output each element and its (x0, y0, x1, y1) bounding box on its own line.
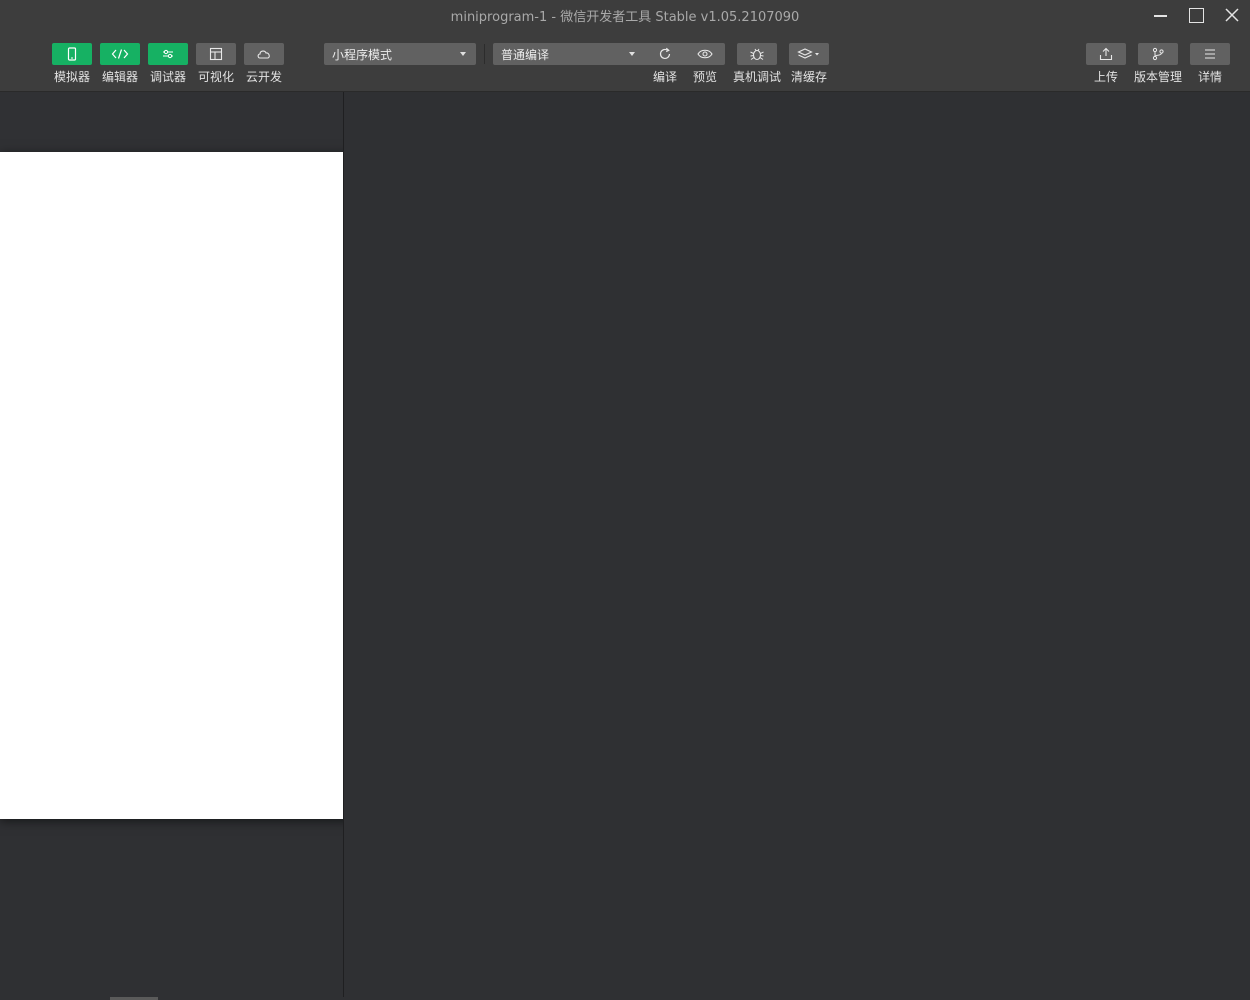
simulator-header-bar (0, 92, 343, 152)
chevron-down-icon (629, 52, 635, 56)
details-button[interactable] (1190, 43, 1230, 65)
version-button[interactable] (1138, 43, 1178, 65)
debug-sliders-icon (163, 49, 173, 59)
simulator-screen[interactable] (0, 152, 359, 819)
maximize-icon (1188, 7, 1204, 23)
cloud-toggle[interactable]: 云开发 (244, 43, 284, 87)
title-toolbar: miniprogram-1 - 微信开发者工具 Stable v1.05.210… (0, 0, 1250, 92)
maximize-button[interactable] (1182, 4, 1210, 26)
compile-select[interactable]: 普通编译 (493, 43, 645, 65)
close-icon (1225, 8, 1239, 22)
upload-button[interactable] (1086, 43, 1126, 65)
toolbar-divider (484, 44, 485, 64)
upload-icon (1099, 47, 1113, 61)
close-button[interactable] (1218, 4, 1246, 26)
branch-icon (1152, 47, 1164, 61)
remote-debug-button[interactable] (737, 43, 777, 65)
remote-debug-tool[interactable]: 真机调试 (733, 43, 781, 87)
editor-button[interactable] (100, 43, 140, 65)
refresh-icon (659, 47, 671, 60)
window-title: miniprogram-1 - 微信开发者工具 Stable v1.05.210… (450, 10, 800, 25)
clear-cache-label: 清缓存 (790, 70, 827, 84)
eye-icon (697, 49, 713, 59)
debugger-button[interactable] (148, 43, 188, 65)
compile-button[interactable] (645, 43, 685, 65)
clear-cache-button[interactable] (789, 43, 829, 65)
upload-tool[interactable]: 上传 (1086, 43, 1126, 87)
version-tool[interactable]: 版本管理 (1134, 43, 1182, 87)
bug-icon (750, 48, 764, 61)
cloud-label: 云开发 (245, 70, 282, 84)
devtools-window: miniprogram-1 - 微信开发者工具 Stable v1.05.210… (0, 0, 1250, 1000)
clear-cache-tool[interactable]: 清缓存 (789, 43, 829, 87)
menu-icon (1205, 49, 1215, 59)
cloud-icon (257, 50, 270, 59)
minimize-button[interactable] (1146, 4, 1174, 26)
simulator-button[interactable] (52, 43, 92, 65)
phone-icon (67, 47, 77, 61)
details-tool[interactable]: 详情 (1190, 43, 1230, 87)
editor-panel (344, 92, 1250, 1000)
cloud-button[interactable] (244, 43, 284, 65)
layers-icon (797, 48, 819, 59)
preview-button[interactable] (685, 43, 725, 65)
mode-select-value: 小程序模式 (332, 47, 393, 62)
mode-select[interactable]: 小程序模式 (324, 43, 476, 65)
minimize-icon (1153, 15, 1167, 17)
details-label: 详情 (1197, 70, 1222, 84)
chevron-down-icon (460, 52, 466, 56)
compile-select-value: 普通编译 (501, 47, 550, 62)
code-icon (111, 49, 129, 59)
visual-button[interactable] (196, 43, 236, 65)
layout-icon (209, 47, 223, 61)
preview-tool[interactable]: 预览 (685, 43, 725, 87)
